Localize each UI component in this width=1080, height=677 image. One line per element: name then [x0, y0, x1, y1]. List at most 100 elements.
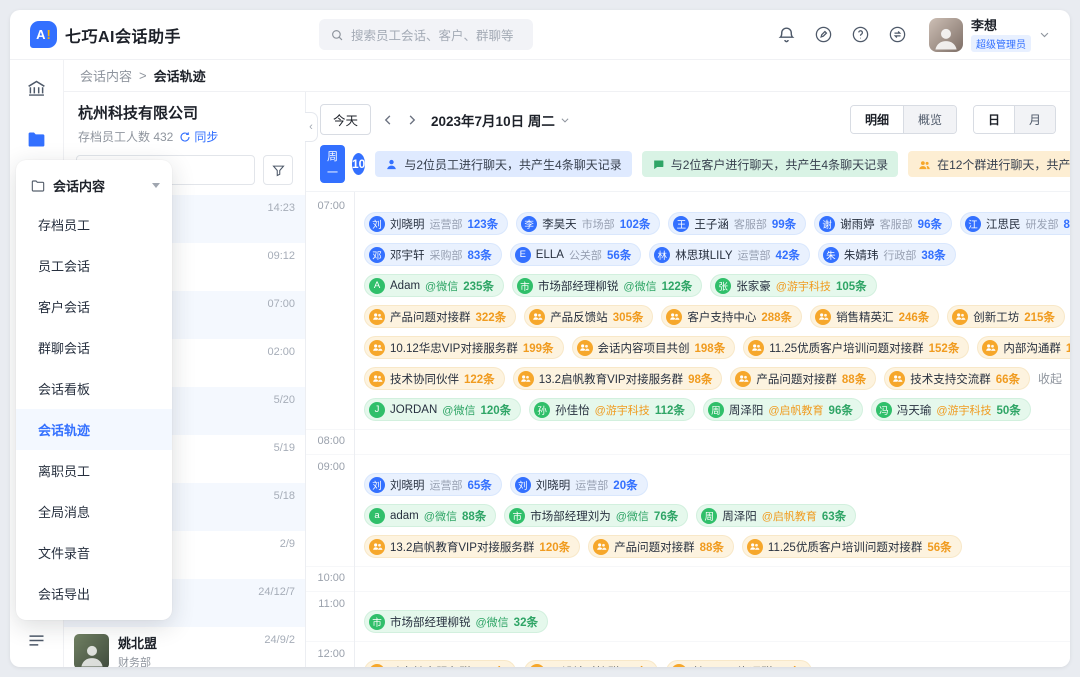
- prev-day-icon[interactable]: [381, 114, 395, 126]
- customer-chip[interactable]: 市市场部经理刘为@微信76条: [504, 504, 688, 527]
- chip-count: 120条: [480, 402, 511, 418]
- chip-name: 内部沟通群: [1003, 340, 1061, 356]
- employee-list-item[interactable]: 姚北盟财务部24/9/2: [64, 627, 305, 667]
- company-sub: 存档员工人数 432 同步: [78, 128, 291, 145]
- group-avatar-icon: [529, 664, 545, 668]
- user-menu[interactable]: 李想 超级管理员: [929, 18, 1050, 52]
- group-chip[interactable]: 销售精英汇246条: [810, 305, 939, 328]
- tab-day[interactable]: 日: [974, 106, 1014, 133]
- group-chip[interactable]: 技术协同伙伴122条: [364, 367, 505, 390]
- customer-chip[interactable]: 市市场部经理柳锐@微信32条: [364, 610, 548, 633]
- employee-chip[interactable]: EELLA公关部56条: [510, 243, 641, 266]
- global-search-input[interactable]: 搜索员工会话、客户、群聊等: [319, 19, 533, 50]
- employee-chip[interactable]: 李李昊天市场部102条: [516, 212, 660, 235]
- group-chip[interactable]: 客户支持中心288条: [661, 305, 802, 328]
- today-button[interactable]: 今天: [320, 104, 371, 135]
- customer-chip[interactable]: aadam@微信88条: [364, 504, 496, 527]
- chip-name: 市场部经理柳锐: [538, 278, 619, 294]
- group-avatar-icon: [593, 539, 609, 555]
- employee-chip[interactable]: 刘刘晓明运营部123条: [364, 212, 508, 235]
- group-chip[interactable]: 会话内容项目共创198条: [572, 336, 736, 359]
- menu-list-icon[interactable]: [26, 630, 47, 651]
- employee-chip[interactable]: 刘刘晓明运营部65条: [364, 473, 502, 496]
- group-chip[interactable]: 创新工坊215条: [947, 305, 1065, 328]
- chip-tag: 运营部: [430, 477, 463, 493]
- employee-chip[interactable]: 谢谢雨婷客服部96条: [814, 212, 952, 235]
- dropdown-item-6[interactable]: 会话轨迹: [16, 409, 172, 450]
- timeline: 07:00刘刘晓明运营部123条李李昊天市场部102条王王子涵客服部99条谢谢雨…: [306, 191, 1070, 667]
- employee-chip[interactable]: 林林思琪LILY运营部42条: [649, 243, 810, 266]
- next-day-icon[interactable]: [405, 114, 419, 126]
- filter-button[interactable]: [263, 155, 293, 185]
- group-icon: [918, 158, 931, 171]
- date-picker[interactable]: 2023年7月10日 周二: [431, 110, 570, 130]
- chip-count: 322条: [476, 309, 507, 325]
- group-chip[interactable]: 动力健身服务群120条: [364, 660, 516, 667]
- conversation-content-dropdown: 会话内容 存档员工员工会话客户会话群聊会话会话看板会话轨迹离职员工全局消息文件录…: [16, 160, 172, 620]
- timeline-section: 07:00刘刘晓明运营部123条李李昊天市场部102条王王子涵客服部99条谢谢雨…: [306, 194, 1070, 429]
- company-icon[interactable]: [26, 78, 47, 99]
- group-chip[interactable]: 产品问题对接群322条: [364, 305, 516, 328]
- chip-count: 56条: [777, 664, 801, 668]
- dropdown-header[interactable]: 会话内容: [16, 164, 172, 204]
- dropdown-item-2[interactable]: 员工会话: [16, 245, 172, 286]
- customer-chip[interactable]: 市市场部经理柳锐@微信122条: [512, 274, 702, 297]
- group-chip[interactable]: 产品问题对接群88条: [588, 535, 734, 558]
- group-chip[interactable]: 13.2启帆教育VIP对接服务群98条: [513, 367, 723, 390]
- collapse-panel-icon[interactable]: [305, 112, 318, 142]
- time-label: 12:00: [306, 642, 354, 667]
- sync-button[interactable]: 同步: [179, 128, 218, 145]
- chip-row: JJORDAN@微信120条孙孙佳怡@游宇科技112条周周泽阳@启帆教育96条冯…: [364, 398, 1058, 421]
- group-avatar-icon: [952, 309, 968, 325]
- breadcrumb-parent[interactable]: 会话内容: [80, 66, 132, 85]
- group-chip[interactable]: 产品反馈站305条: [524, 305, 653, 328]
- customer-chip[interactable]: 周周泽阳@启帆教育63条: [696, 504, 856, 527]
- bell-icon[interactable]: [777, 25, 796, 44]
- dropdown-item-4[interactable]: 群聊会话: [16, 327, 172, 368]
- tab-overview[interactable]: 概览: [903, 106, 956, 133]
- employee-chip[interactable]: 邓邓宇轩采购部83条: [364, 243, 502, 266]
- chip-row: 刘刘晓明运营部65条刘刘晓明运营部20条: [364, 473, 1058, 496]
- customer-chip[interactable]: 张张家豪@游宇科技105条: [710, 274, 876, 297]
- transfer-icon[interactable]: [888, 25, 907, 44]
- group-chip[interactable]: 内部沟通群143条: [977, 336, 1070, 359]
- tab-month[interactable]: 月: [1014, 106, 1055, 133]
- section-rows: 动力健身服务群120条 UI设计对接群88条 魅吧KTV沟通群56条: [354, 642, 1070, 667]
- employee-chip[interactable]: 江江思民研发部88条: [960, 212, 1070, 235]
- employee-chip[interactable]: 王王子涵客服部99条: [668, 212, 806, 235]
- group-chip[interactable]: 13.2启帆教育VIP对接服务群120条: [364, 535, 580, 558]
- customer-chip[interactable]: AAdam@微信235条: [364, 274, 504, 297]
- dropdown-item-9[interactable]: 文件录音: [16, 532, 172, 573]
- chip-row: aadam@微信88条市市场部经理刘为@微信76条周周泽阳@启帆教育63条: [364, 504, 1058, 527]
- group-chip[interactable]: 产品问题对接群88条: [730, 367, 876, 390]
- group-chip[interactable]: UI设计对接群88条: [524, 660, 658, 667]
- customer-chip[interactable]: 冯冯天瑜@游宇科技50条: [871, 398, 1031, 421]
- customer-chip[interactable]: JJORDAN@微信120条: [364, 398, 521, 421]
- app-logo: A! 七巧AI会话助手: [30, 21, 181, 48]
- dropdown-item-1[interactable]: 存档员工: [16, 204, 172, 245]
- dropdown-item-3[interactable]: 客户会话: [16, 286, 172, 327]
- group-chip[interactable]: 技术支持交流群66条: [884, 367, 1030, 390]
- dropdown-item-5[interactable]: 会话看板: [16, 368, 172, 409]
- chip-row: 技术协同伙伴122条 13.2启帆教育VIP对接服务群98条产品问题对接群88条技…: [364, 367, 1058, 390]
- group-chip[interactable]: 11.25优质客户培训问题对接群56条: [742, 535, 962, 558]
- dropdown-item-10[interactable]: 会话导出: [16, 573, 172, 614]
- customer-chip[interactable]: 周周泽阳@启帆教育96条: [703, 398, 863, 421]
- customer-chip[interactable]: 孙孙佳怡@游宇科技112条: [529, 398, 695, 421]
- group-chip[interactable]: 10.12华忠VIP对接服务群199条: [364, 336, 564, 359]
- tab-detail[interactable]: 明细: [851, 106, 903, 133]
- group-chip[interactable]: 11.25优质客户培训问题对接群152条: [743, 336, 969, 359]
- chip-count: 88条: [700, 539, 724, 555]
- employee-chip[interactable]: 刘刘晓明运营部20条: [510, 473, 648, 496]
- dropdown-item-8[interactable]: 全局消息: [16, 491, 172, 532]
- group-chip[interactable]: 魅吧KTV沟通群56条: [666, 660, 811, 667]
- chip-count: 88条: [842, 371, 866, 387]
- employee-chip[interactable]: 朱朱婧玮行政部38条: [818, 243, 956, 266]
- chip-count: 20条: [613, 477, 637, 493]
- dropdown-item-7[interactable]: 离职员工: [16, 450, 172, 491]
- feedback-icon[interactable]: [814, 25, 833, 44]
- chip-name: 孙佳怡: [555, 402, 590, 418]
- help-icon[interactable]: [851, 25, 870, 44]
- conversation-folder-icon[interactable]: [26, 129, 47, 150]
- collapse-button[interactable]: 收起: [1038, 370, 1066, 387]
